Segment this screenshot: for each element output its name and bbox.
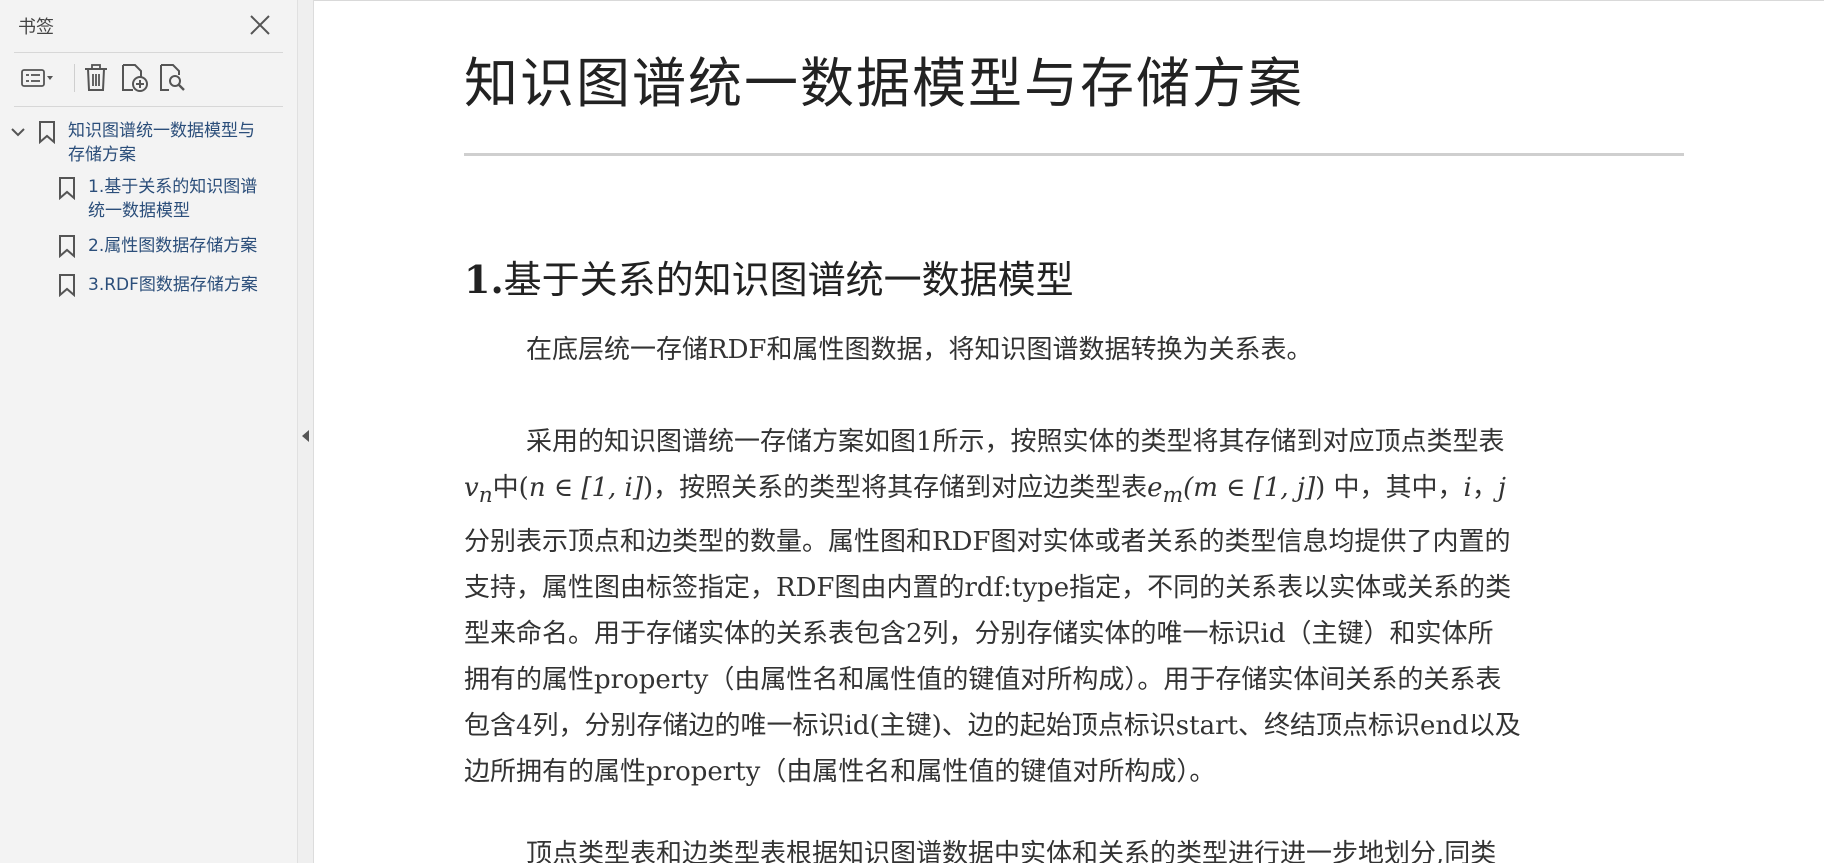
toolbar-divider	[14, 106, 283, 107]
paragraph-1: 在底层统一存储RDF和属性图数据，将知识图谱数据转换为关系表。	[464, 327, 1694, 373]
paragraph-2: 采用的知识图谱统一存储方案如图1所示，按照实体的类型将其存储到对应顶点类型表 v…	[464, 419, 1694, 795]
text-run: ，	[1471, 473, 1498, 503]
pdf-viewer: 书签 知识图谱统一数据模型与 存储方案 1.基于关系的知识图谱 统一数据模型 2…	[0, 0, 1824, 863]
title-rule	[464, 153, 1684, 156]
chevron-down-icon[interactable]	[10, 124, 26, 140]
paragraph-line: 顶点类型表和边类型表根据知识图谱数据中实体和关系的类型进行进一步地划分,同类	[526, 839, 1497, 863]
math-var: j	[1497, 473, 1506, 503]
bookmark-panel: 书签 知识图谱统一数据模型与 存储方案 1.基于关系的知识图谱 统一数据模型 2…	[0, 0, 298, 863]
bookmark-icon	[58, 273, 76, 298]
math-sub: m	[1162, 483, 1184, 509]
sidebar-splitter[interactable]	[298, 0, 314, 863]
paragraph-line: 采用的知识图谱统一存储方案如图1所示，按照实体的类型将其存储到对应顶点类型表	[526, 427, 1505, 457]
math-var: v	[464, 473, 479, 503]
paragraph-line: 拥有的属性property（由属性名和属性值的键值对所构成）。用于存储实体间关系…	[464, 665, 1502, 696]
bookmark-label: 3.RDF图数据存储方案	[88, 275, 258, 295]
bookmark-label: 2.属性图数据存储方案	[88, 236, 258, 256]
bookmark-item-root[interactable]: 知识图谱统一数据模型与 存储方案	[0, 116, 298, 168]
section-heading: 1.基于关系的知识图谱统一数据模型	[464, 249, 1074, 304]
collapse-arrow-icon[interactable]	[302, 430, 309, 442]
math-sub: n	[478, 483, 493, 509]
bookmark-panel-title: 书签	[18, 17, 54, 38]
paragraph-line: 边所拥有的属性property（由属性名和属性值的键值对所构成）。	[464, 757, 1216, 788]
bookmark-item-section-2[interactable]: 2.属性图数据存储方案	[0, 232, 298, 262]
section-title: 基于关系的知识图谱统一数据模型	[503, 258, 1074, 302]
section-number: 1.	[464, 257, 504, 302]
paragraph-line: 包含4列，分别存储边的唯一标识id(主键)、边的起始顶点标识start、终结顶点…	[464, 711, 1521, 742]
paragraph-line: 支持，属性图由标签指定，RDF图由内置的rdf:type指定，不同的关系表以实体…	[464, 573, 1512, 604]
bookmark-item-section-1[interactable]: 1.基于关系的知识图谱 统一数据模型	[0, 174, 298, 226]
toolbar-separator	[74, 64, 75, 92]
document-page: 知识图谱统一数据模型与存储方案 1.基于关系的知识图谱统一数据模型 在底层统一存…	[314, 0, 1824, 863]
find-bookmark-icon[interactable]	[156, 58, 188, 98]
paragraph-3: 顶点类型表和边类型表根据知识图谱数据中实体和关系的类型进行进一步地划分,同类	[464, 831, 1694, 863]
bookmark-label-cont: 存储方案	[68, 145, 136, 165]
bookmark-icon	[58, 176, 76, 201]
document-title: 知识图谱统一数据模型与存储方案	[464, 52, 1304, 115]
math-var: e	[1147, 473, 1163, 503]
paragraph-line: 在底层统一存储RDF和属性图数据，将知识图谱数据转换为关系表。	[526, 335, 1313, 365]
trash-icon[interactable]	[80, 58, 112, 98]
paragraph-line: 型来命名。用于存储实体的关系表包含2列，分别存储实体的唯一标识id（主键）和实体…	[464, 619, 1494, 650]
bookmark-label: 1.基于关系的知识图谱	[88, 177, 258, 197]
bookmark-item-section-3[interactable]: 3.RDF图数据存储方案	[0, 271, 298, 301]
bookmark-label: 知识图谱统一数据模型与	[68, 121, 255, 141]
bookmark-icon	[58, 234, 76, 259]
close-icon[interactable]	[247, 12, 273, 38]
math-var: i	[1463, 473, 1472, 503]
text-run: ) 中，其中，	[1315, 473, 1464, 503]
bookmark-icon	[38, 120, 56, 145]
text-run: )，按照关系的类型将其存储到对应边类型表	[643, 473, 1148, 503]
text-run: 中(	[492, 473, 529, 503]
paragraph-line-math: vn中(n ∈ [1, i])，按照关系的类型将其存储到对应边类型表em(m ∈…	[464, 465, 1694, 519]
bookmark-label-cont: 统一数据模型	[88, 201, 190, 221]
bookmark-panel-header: 书签	[0, 0, 297, 52]
bookmark-toolbar	[14, 58, 283, 98]
math-range: (m ∈ [1, j]	[1183, 473, 1316, 503]
paragraph-line: 分别表示顶点和边类型的数量。属性图和RDF图对实体或者关系的类型信息均提供了内置…	[464, 527, 1511, 558]
math-range: n ∈ [1, i]	[528, 473, 644, 503]
header-divider	[14, 52, 283, 53]
list-options-icon[interactable]	[18, 58, 58, 98]
add-bookmark-icon[interactable]	[118, 58, 150, 98]
